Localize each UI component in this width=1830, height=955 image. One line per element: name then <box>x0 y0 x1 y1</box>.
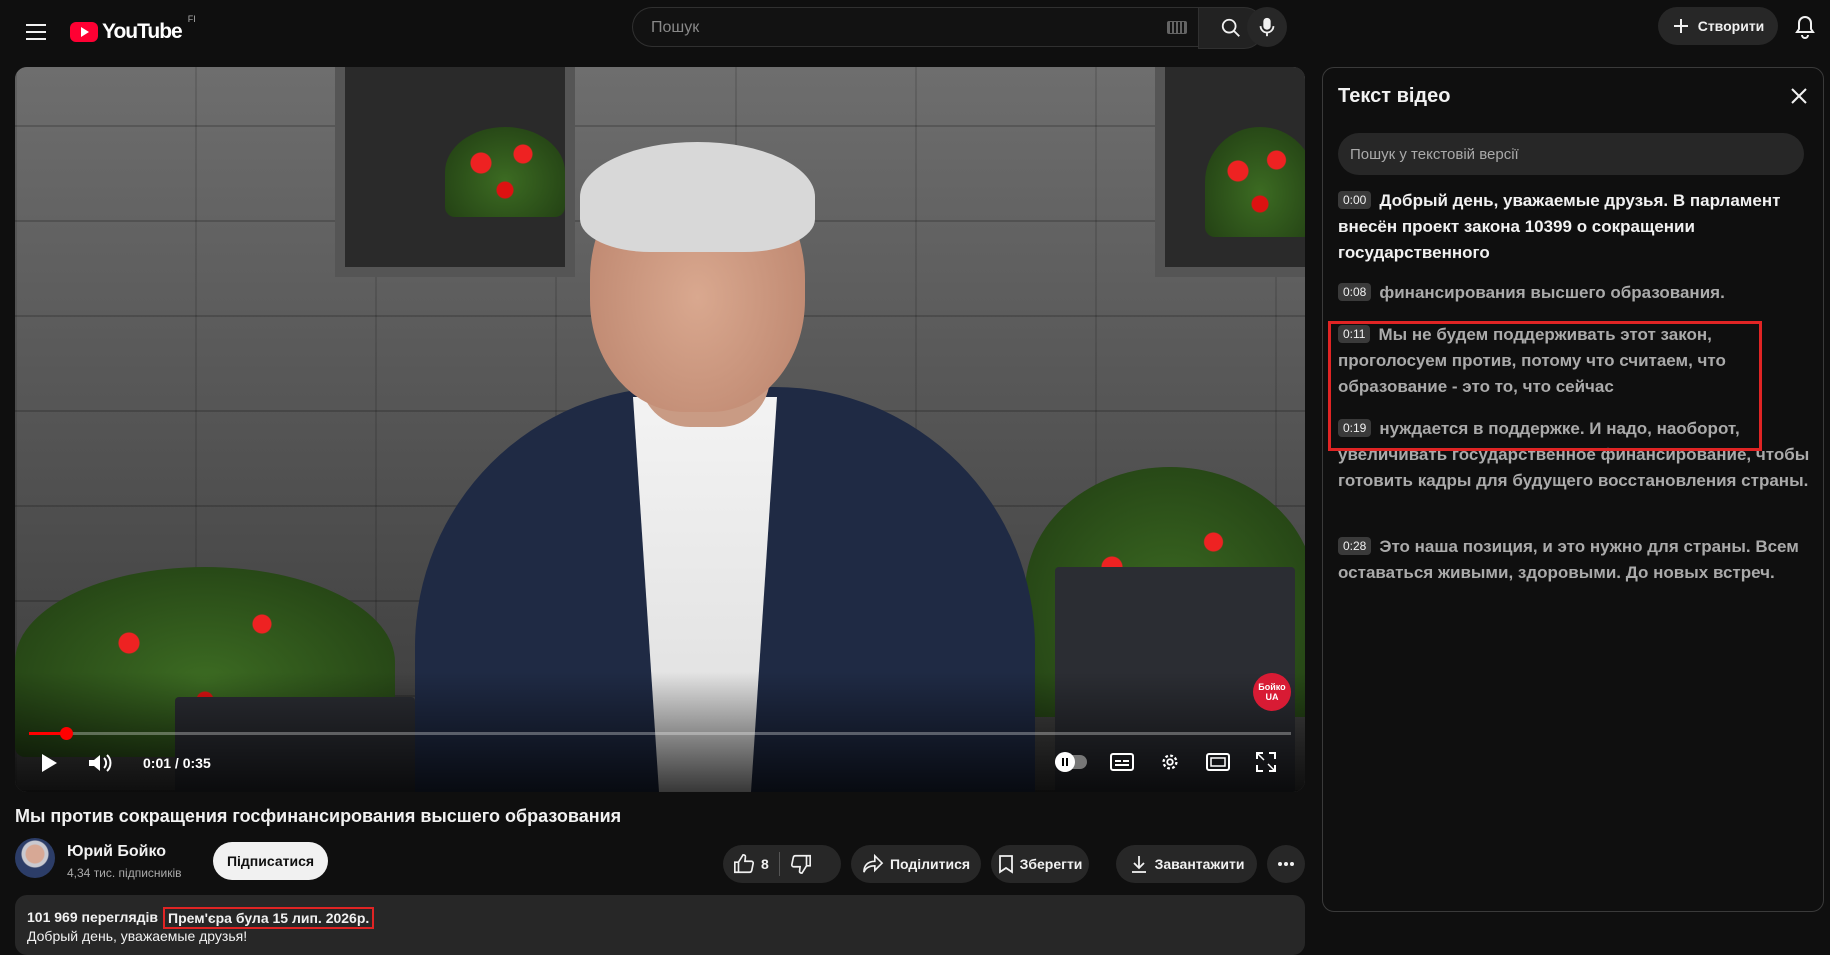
search-input[interactable] <box>649 8 1133 48</box>
video-title: Мы против сокращения госфинансирования в… <box>15 806 622 826</box>
autoplay-track <box>1055 752 1087 772</box>
menu-icon[interactable] <box>18 14 54 50</box>
close-icon <box>1791 88 1807 104</box>
channel-name[interactable]: Юрий Бойко <box>67 843 166 861</box>
view-count: 101 969 переглядів <box>27 909 159 925</box>
description-box[interactable]: 101 969 переглядів Прем'єра була 15 лип.… <box>15 895 1305 955</box>
transcript-title: Текст відео <box>1338 85 1451 107</box>
segment-text: Добрый день, уважаемые друзья. В парламе… <box>1338 191 1781 262</box>
transcript-segment[interactable]: 0:08 финансирования высшего образования. <box>1338 280 1813 306</box>
more-icon <box>1278 862 1294 866</box>
fullscreen-icon <box>1256 752 1276 772</box>
search-box <box>632 7 1199 48</box>
save-button[interactable]: Зберегти <box>991 845 1089 883</box>
close-button[interactable] <box>1787 84 1811 108</box>
plus-icon <box>1673 19 1688 33</box>
theater-mode-button[interactable] <box>1201 747 1235 777</box>
speaker-hair <box>580 142 815 252</box>
transcript-panel: Текст відео 0:00Добрый день, уважаемые д… <box>1322 67 1824 912</box>
microphone-icon <box>1259 17 1275 37</box>
time-display: 0:01 / 0:35 <box>143 755 211 771</box>
subtitles-icon <box>1110 753 1134 771</box>
settings-button[interactable] <box>1153 747 1187 777</box>
search-icon <box>1221 18 1240 37</box>
transcript-segment[interactable]: 0:00 Добрый день, уважаемые друзья. В пар… <box>1338 188 1813 266</box>
bookmark-icon <box>998 855 1013 874</box>
divider <box>778 852 780 876</box>
like-dislike-group: 8 <box>723 845 841 883</box>
more-actions-button[interactable] <box>1267 845 1305 883</box>
timestamp[interactable]: 0:00 <box>1338 191 1372 209</box>
progress-bar[interactable] <box>29 727 1291 740</box>
subscribe-button[interactable]: Підписатися <box>213 842 328 880</box>
mute-button[interactable] <box>83 747 117 779</box>
timestamp[interactable]: 0:28 <box>1338 537 1372 555</box>
premiere-date: Прем'єра була 15 лип. 2026р. <box>163 907 375 929</box>
share-icon <box>863 854 884 873</box>
play-icon <box>42 754 57 772</box>
play-button[interactable] <box>33 747 65 779</box>
pause-icon <box>1055 752 1075 772</box>
segment-text: финансирования высшего образования. <box>1379 283 1725 302</box>
dislike-button[interactable] <box>790 853 812 875</box>
gear-icon <box>1162 754 1178 770</box>
download-button[interactable]: Завантажити <box>1116 845 1257 883</box>
voice-search-button[interactable] <box>1247 7 1287 47</box>
channel-avatar[interactable] <box>15 838 55 878</box>
description-text: Добрый день, уважаемые друзья! <box>27 928 248 944</box>
progress-scrubber[interactable] <box>59 727 73 740</box>
like-button[interactable]: 8 <box>733 853 769 875</box>
thumbs-up-icon <box>734 854 754 874</box>
download-icon <box>1131 856 1146 873</box>
youtube-logo[interactable]: YouTube FI <box>70 14 196 50</box>
thumbs-down-icon <box>790 854 811 874</box>
current-time: 0:01 <box>143 755 172 771</box>
channel-watermark: Бойко UA <box>1253 673 1291 711</box>
bell-icon <box>1795 15 1815 39</box>
share-button[interactable]: Поділитися <box>851 845 981 883</box>
timestamp[interactable]: 0:08 <box>1338 283 1372 301</box>
autoplay-toggle[interactable] <box>1053 749 1089 775</box>
transcript-segment[interactable]: 0:28 Это наша позиция, и это нужно для ст… <box>1338 534 1813 586</box>
country-code: FI <box>187 14 196 24</box>
save-label: Зберегти <box>1019 856 1083 872</box>
youtube-play-icon <box>70 22 98 42</box>
highlight-box <box>1328 321 1762 451</box>
video-player[interactable]: Бойко UA 0:01 / 0:35 <box>15 67 1305 792</box>
flowers <box>1205 127 1305 237</box>
segment-text: Это наша позиция, и это нужно для страны… <box>1338 537 1799 582</box>
download-label: Завантажити <box>1154 856 1245 872</box>
fullscreen-button[interactable] <box>1249 747 1283 777</box>
duration: 0:35 <box>182 755 211 771</box>
volume-icon <box>89 754 112 772</box>
flowers <box>445 127 565 217</box>
keyboard-icon[interactable] <box>1167 21 1187 34</box>
notifications-button[interactable] <box>1788 10 1822 44</box>
transcript-search-input[interactable] <box>1338 133 1804 175</box>
like-count: 8 <box>761 856 769 872</box>
subtitles-button[interactable] <box>1105 747 1139 777</box>
create-label: Створити <box>1697 18 1765 34</box>
subscriber-count: 4,34 тис. підписників <box>67 866 182 880</box>
logo-text: YouTube <box>102 20 183 43</box>
share-label: Поділитися <box>889 856 971 872</box>
theater-icon <box>1206 753 1230 771</box>
create-button[interactable]: Створити <box>1658 7 1778 45</box>
